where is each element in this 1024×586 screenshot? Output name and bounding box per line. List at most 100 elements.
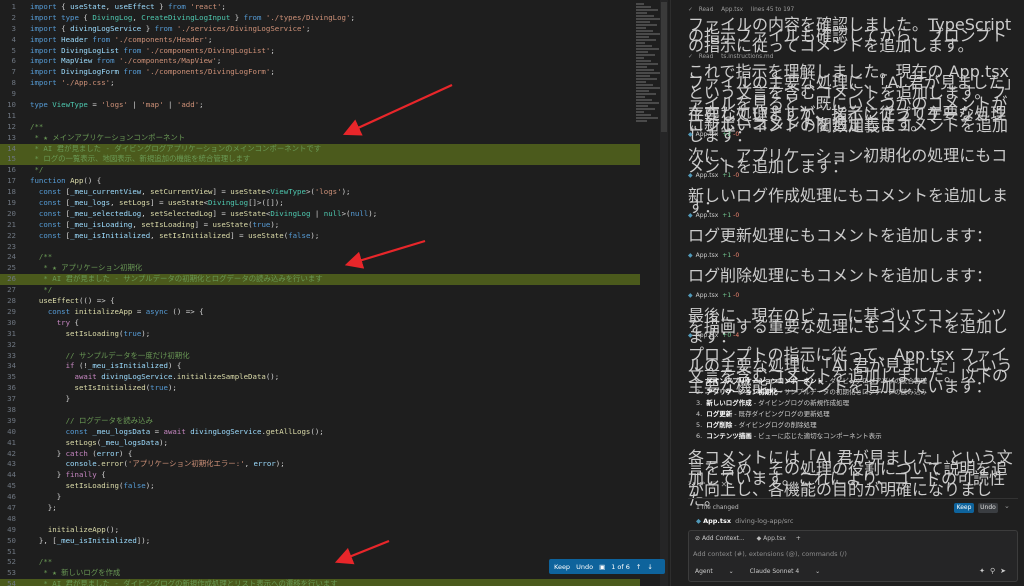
code-line[interactable]: 48 (0, 514, 640, 525)
code-line[interactable]: 40 const _meu_logsData = await divingLog… (0, 427, 640, 438)
editor-scrollbar-thumb[interactable] (661, 2, 667, 132)
diff-view-icon[interactable]: ▣ (599, 563, 605, 571)
code-line[interactable]: 33 // サンプルデータを一度だけ初期化 (0, 351, 640, 362)
code-line[interactable]: 4 import Header from './components/Header… (0, 35, 640, 46)
code-line[interactable]: 18 const [_meu_currentView, setCurrentVi… (0, 187, 640, 198)
code-line[interactable]: 51 (0, 547, 640, 558)
undo-icon[interactable]: ↶ (699, 480, 710, 489)
code-line[interactable]: 35 await divingLogService.initializeSamp… (0, 372, 640, 383)
code-line[interactable]: 53 * ★ 新しいログを作成 (0, 568, 640, 579)
code-line[interactable]: 44 } finally { (0, 470, 640, 481)
code-line[interactable]: 10 type ViewType = 'logs' | 'map' | 'add'… (0, 100, 640, 111)
code-token: _meu_isInitialized (87, 361, 168, 371)
code-line[interactable]: 27 */ (0, 285, 640, 296)
chat-input-box[interactable]: ⊘ Add Context... ◆ App.tsx + Add context… (688, 530, 1018, 582)
send-icon[interactable]: ➤ (1000, 567, 1011, 575)
add-context-button[interactable]: Add Context... (702, 535, 745, 542)
code-line[interactable]: 20 const [_meu_selectedLog, setSelectedL… (0, 209, 640, 220)
code-line[interactable]: 11 (0, 111, 640, 122)
code-line[interactable]: 6 import MapView from './components/MapVi… (0, 56, 640, 67)
code-token: useState (212, 219, 249, 229)
keep-button[interactable]: Keep (954, 503, 974, 513)
code-line[interactable]: 2 import type { DivingLog, CreateDivingLo… (0, 13, 640, 24)
code-line[interactable]: 22 const [_meu_isInitialized, setIsIniti… (0, 231, 640, 242)
code-line[interactable]: 49 initializeApp(); (0, 525, 640, 536)
attach-icon[interactable]: ⊘ (695, 535, 700, 542)
code-line[interactable]: 39 // ログデータを読み込み (0, 416, 640, 427)
code-token: (); (265, 372, 280, 382)
code-line[interactable]: 38 (0, 405, 640, 416)
diff-undo-button[interactable]: Undo (576, 563, 593, 571)
code-line[interactable]: 7 import DivingLogForm from './components… (0, 67, 640, 78)
code-line[interactable]: 54 * AI 君が見ました - ダイビングログの新規作成処理とリスト表示への遷… (0, 579, 640, 586)
code-line[interactable]: 25 * ★ アプリケーション初期化 (0, 263, 640, 274)
code-line[interactable]: 12 /** (0, 122, 640, 133)
code-line[interactable]: 45 setIsLoading(false); (0, 481, 640, 492)
code-line[interactable]: 47 }; (0, 503, 640, 514)
code-line[interactable]: 24 /** (0, 252, 640, 263)
tools-icon[interactable]: ✦ (979, 567, 990, 575)
code-line[interactable]: 31 setIsLoading(true); (0, 329, 640, 340)
code-line[interactable]: 23 (0, 242, 640, 253)
code-line[interactable]: 3 import { divingLogService } from './ser… (0, 24, 640, 35)
typescript-file-icon: ◆ (688, 332, 693, 339)
edit-chip-6[interactable]: ◆ App.tsx +0 -4 (688, 332, 739, 339)
add-icon[interactable]: + (796, 535, 801, 542)
code-line[interactable]: 15 * ログの一覧表示、地図表示、新規追加の機能を統合管理します (0, 154, 640, 166)
code-line[interactable]: 5 import DivingLogList from './components… (0, 46, 640, 57)
code-line[interactable]: 9 (0, 89, 640, 100)
minimap-line (636, 45, 652, 47)
code-line[interactable]: 36 setIsInitialized(true); (0, 383, 640, 394)
code-editor[interactable]: 1 import { useState, useEffect } from 're… (0, 0, 668, 586)
code-line[interactable]: 21 const [_meu_isLoading, setIsLoading] … (0, 220, 640, 231)
edit-chip-4[interactable]: ◆ App.tsx +1 -0 (688, 252, 739, 259)
code-token: _meu_currentView (70, 187, 142, 197)
code-line[interactable]: 14 * AI 君が見ました - ダイビングログアプリケーションのメインコンポー… (0, 143, 640, 155)
microphone-icon[interactable]: ⚲ (990, 567, 1000, 575)
code-line[interactable]: 1 import { useState, useEffect } from 're… (0, 2, 640, 13)
code-line[interactable]: 32 (0, 340, 640, 351)
thumbs-up-icon[interactable]: ♡ (709, 480, 720, 489)
changed-file-item[interactable]: ◆ App.tsx diving-log-app/src (696, 517, 793, 525)
thumbs-down-icon[interactable]: ✕ (721, 480, 732, 489)
code-line[interactable]: 34 if (!_meu_isInitialized) { (0, 361, 640, 372)
edit-chip-3[interactable]: ◆ App.tsx +1 -0 (688, 212, 739, 219)
code-line[interactable]: 42 } catch (error) { (0, 449, 640, 460)
retry-icon[interactable]: ↻ (688, 480, 699, 489)
code-line[interactable]: 17 function App() { (0, 176, 640, 187)
undo-button[interactable]: Undo (978, 503, 998, 513)
diff-keep-button[interactable]: Keep (554, 563, 570, 571)
code-line[interactable]: 8 import './App.css'; (0, 78, 640, 89)
chevron-icon[interactable]: ⌄ (1004, 502, 1010, 510)
code-token: (); (105, 524, 120, 534)
code-line[interactable]: 28 useEffect(() => { (0, 296, 640, 307)
edit-chip-1[interactable]: ◆ App.tsx +2 -0 (688, 131, 739, 138)
diff-prev-icon[interactable]: ↑ (636, 563, 641, 571)
code-line[interactable]: 52 /** (0, 557, 640, 568)
line-number: 7 (11, 67, 16, 77)
diff-next-icon[interactable]: ↓ (647, 563, 652, 571)
file-link-app-tsx[interactable]: App.tsx (721, 7, 743, 13)
line-number: 17 (7, 176, 16, 186)
context-file-tag[interactable]: ◆ App.tsx (757, 535, 786, 542)
code-line[interactable]: 16 */ (0, 165, 640, 176)
code-line[interactable]: 26 * AI 君が見ました - サンプルデータの初期化とログデータの読み込みを… (0, 274, 640, 286)
check-icon: ✓ (688, 54, 693, 60)
code-line[interactable]: 19 const [_meu_logs, setLogs] = useState… (0, 198, 640, 209)
code-line[interactable]: 13 * ★ メインアプリケーションコンポーネント (0, 133, 640, 144)
line-number: 42 (7, 448, 16, 458)
code-line[interactable]: 30 try { (0, 318, 640, 329)
model-select[interactable]: Claude Sonnet 4 ⌄ (750, 568, 821, 575)
edit-chip-2[interactable]: ◆ App.tsx +1 -0 (688, 172, 739, 179)
file-link-ts-instructions[interactable]: ts.instructions.md (721, 54, 773, 60)
code-line[interactable]: 46 } (0, 492, 640, 503)
edit-chip-5[interactable]: ◆ App.tsx +1 -0 (688, 292, 739, 299)
code-line[interactable]: 43 console.error('アプリケーション初期化エラー:', erro… (0, 459, 640, 470)
summary-item: 5. ログ削除 - ダイビングログの削除処理 (696, 421, 817, 429)
code-line[interactable]: 37 } (0, 394, 640, 405)
code-line[interactable]: 50 }, [_meu_isInitialized]); (0, 536, 640, 547)
chat-input-field[interactable]: Add context (#), extensions (@), command… (693, 550, 847, 558)
mode-select[interactable]: Agent ⌄ (695, 568, 734, 575)
code-line[interactable]: 29 const initializeApp = async () => { (0, 307, 640, 318)
code-line[interactable]: 41 setLogs(_meu_logsData); (0, 438, 640, 449)
